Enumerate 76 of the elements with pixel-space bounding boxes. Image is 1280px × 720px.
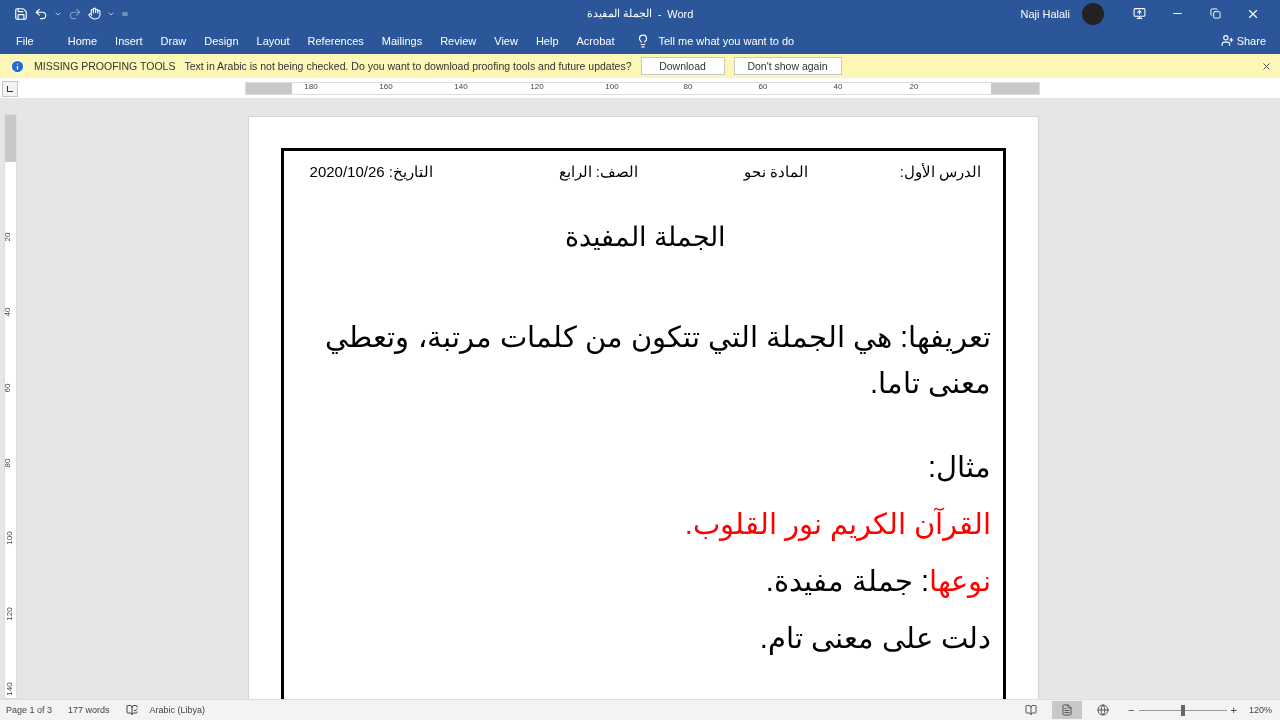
info-icon <box>10 58 25 74</box>
page-count[interactable]: Page 1 of 3 <box>6 705 53 715</box>
ruler-number: 140 <box>454 82 468 91</box>
ribbon-tab[interactable]: Insert <box>115 34 143 47</box>
ruler-number: 160 <box>379 82 393 91</box>
ruler-number: 100 <box>605 82 619 91</box>
language-text[interactable]: Arabic (Libya) <box>149 705 206 715</box>
ruler-number: 180 <box>304 82 318 91</box>
ruler-number: 140 <box>5 682 15 696</box>
paragraph: القرآن الكريم نور القلوب. <box>683 506 991 543</box>
zoom-out-button[interactable]: − <box>1124 704 1139 716</box>
ribbon-tab[interactable]: Help <box>535 34 559 47</box>
close-button[interactable] <box>1261 60 1272 72</box>
ribbon-tab[interactable]: File <box>16 34 34 47</box>
ruler-number: 60 <box>2 383 12 393</box>
close-icon <box>1261 60 1272 72</box>
paragraph: نوعها: جملة مفيدة. <box>764 564 991 600</box>
save-icon[interactable] <box>14 6 28 21</box>
ribbon-tab[interactable]: Layout <box>256 34 290 47</box>
header-text: الصف: الرابع <box>557 163 638 181</box>
header-text: المادة نحو <box>742 163 808 181</box>
message-text: Text in Arabic is not being checked. Do you want to download proofing tools and future updates? <box>184 60 632 72</box>
ruler-number: 40 <box>2 307 12 317</box>
paragraph: دلت على معنى تام. <box>758 621 991 657</box>
print-view-button[interactable] <box>1052 701 1083 719</box>
ribbon-tab[interactable]: References <box>307 34 364 47</box>
word-count[interactable]: 177 words <box>68 705 110 715</box>
message-title: MISSING PROOFING TOOLS <box>34 60 176 72</box>
vertical-ruler[interactable]: 20 40 60 80 100 120 140 <box>4 114 17 699</box>
ruler-number: 100 <box>5 531 15 545</box>
ruler-number: 80 <box>683 82 693 91</box>
ruler-number: 120 <box>530 82 544 91</box>
ruler-margin <box>5 115 16 162</box>
restore-icon <box>1209 8 1221 19</box>
zoom-in-button[interactable]: + <box>1226 704 1241 716</box>
ruler-number: 80 <box>2 458 12 468</box>
hand-icon[interactable] <box>88 7 101 20</box>
title-separator: - <box>657 7 662 20</box>
message-button[interactable]: Download <box>640 57 725 75</box>
ruler-number: 40 <box>833 82 843 91</box>
ribbon-tab[interactable]: View <box>494 34 518 47</box>
zoom-percent[interactable]: 120% <box>1248 705 1272 715</box>
tell-me-field[interactable]: Tell me what you want to do <box>658 34 795 47</box>
book-icon <box>1025 704 1038 716</box>
share-button[interactable]: Share <box>1220 34 1266 47</box>
document-title: الجملة المفيدة <box>586 7 652 20</box>
paragraph: تعريفها: هي الجملة التي تتكون من كلمات مرتبة، وتعطي معنى تاما. <box>324 320 991 401</box>
globe-icon <box>1097 704 1110 716</box>
user-name[interactable]: Naji Halali <box>1020 7 1070 20</box>
ribbon-tab[interactable]: Mailings <box>381 34 423 47</box>
message-button[interactable]: Don't show again <box>733 57 842 75</box>
ribbon-tab[interactable]: Acrobat <box>576 34 615 47</box>
paragraph: مثال: <box>926 450 991 485</box>
slider-thumb[interactable] <box>1180 704 1185 716</box>
header-text: الدرس الأول: <box>898 163 981 181</box>
person-plus-icon <box>1220 34 1234 47</box>
avatar[interactable] <box>1082 2 1104 25</box>
ribbon-tab[interactable]: Design <box>204 34 239 47</box>
ruler-margin <box>991 83 1039 94</box>
header-text: التاريخ: 2020/10/26 <box>308 163 433 181</box>
monitor-icon <box>1132 7 1146 20</box>
page-icon <box>1061 704 1074 716</box>
undo-icon[interactable] <box>34 6 48 21</box>
document-heading: الجملة المفيدة <box>563 221 728 253</box>
ruler-number: 20 <box>909 82 919 91</box>
ruler-number: 60 <box>758 82 768 91</box>
horizontal-ruler[interactable]: 180 160 140 120 100 80 60 40 20 <box>245 82 1040 95</box>
ribbon-tab[interactable]: Draw <box>160 34 187 47</box>
app-name: Word <box>667 7 694 20</box>
proofing-icon[interactable] <box>125 704 138 716</box>
ruler-number: 120 <box>5 607 15 621</box>
ribbon-tab[interactable]: Review <box>440 34 477 47</box>
ribbon-tab[interactable]: Home <box>67 34 98 47</box>
ruler-number: 20 <box>2 232 12 242</box>
ruler-margin <box>246 83 292 94</box>
tab-selector[interactable] <box>2 81 18 97</box>
